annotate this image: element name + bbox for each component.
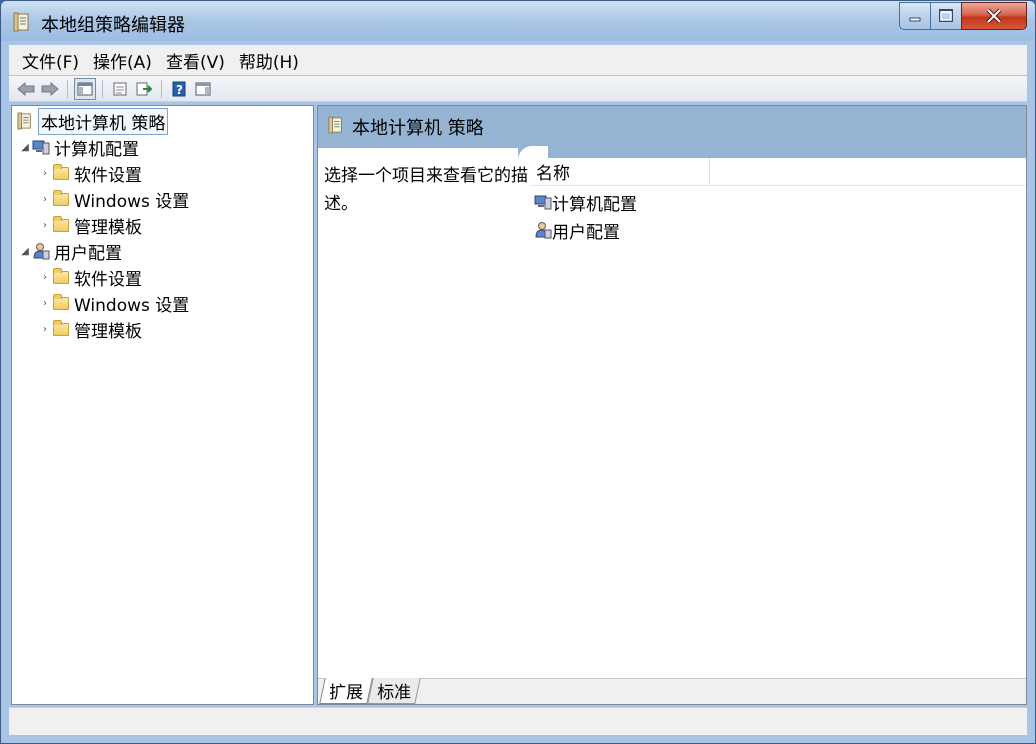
- list-item-label: 计算机配置: [552, 194, 637, 215]
- console-tree[interactable]: 本地计算机 策略 ◢ 计算机配置 › 软件设置 › Windows 设置 › 管…: [11, 105, 314, 705]
- properties-button[interactable]: [109, 78, 131, 100]
- menu-bar: 文件(F) 操作(A) 查看(V) 帮助(H): [9, 45, 1027, 75]
- expand-arrow-icon[interactable]: ›: [38, 168, 52, 179]
- show-hide-tree-button[interactable]: [74, 77, 96, 100]
- show-hide-tree-icon: [77, 82, 93, 95]
- folder-icon: [52, 267, 70, 286]
- toolbar-separator: [102, 79, 103, 98]
- help-icon: ?: [172, 81, 186, 97]
- list-item-label: 用户配置: [552, 222, 620, 243]
- properties-icon: [113, 82, 127, 95]
- item-description: 选择一个项目来查看它的描述。: [324, 166, 528, 214]
- tree-item-admin-templates[interactable]: › 管理模板: [38, 213, 142, 238]
- show-hide-action-pane-button[interactable]: [192, 78, 214, 100]
- tree-item-software-settings[interactable]: › 软件设置: [38, 161, 142, 186]
- tree-item-label: 管理模板: [74, 217, 142, 238]
- tree-root-item[interactable]: 本地计算机 策略: [16, 107, 169, 135]
- maximize-icon: [939, 9, 953, 22]
- list-item-user-config[interactable]: 用户配置: [534, 217, 620, 243]
- status-bar: [9, 707, 1027, 735]
- toolbar-separator: [67, 79, 68, 98]
- toolbar: ?: [9, 76, 1027, 102]
- tree-root-label: 本地计算机 策略: [38, 107, 169, 135]
- window-controls: [899, 2, 1027, 30]
- details-pane: 本地计算机 策略 选择一个项目来查看它的描述。 名称 计算机配置 用户配置 扩展…: [317, 105, 1027, 705]
- expand-arrow-icon[interactable]: ›: [38, 298, 52, 309]
- help-button[interactable]: ?: [168, 78, 190, 100]
- tree-item-label: 计算机配置: [54, 139, 139, 160]
- folder-icon: [52, 319, 70, 338]
- svg-text:?: ?: [176, 83, 183, 97]
- expand-arrow-icon[interactable]: ›: [38, 324, 52, 335]
- tree-item-windows-settings[interactable]: › Windows 设置: [38, 291, 190, 316]
- toolbar-separator: [161, 79, 162, 98]
- header-band-extension: [518, 148, 1026, 158]
- folder-icon: [52, 215, 70, 234]
- menu-help[interactable]: 帮助(H): [232, 48, 306, 73]
- tab-label: 标准: [377, 683, 412, 703]
- policy-document-icon: [16, 112, 34, 130]
- maximize-button[interactable]: [930, 2, 961, 30]
- back-button[interactable]: [15, 78, 37, 100]
- tree-item-label: Windows 设置: [74, 295, 190, 316]
- tree-item-user-config[interactable]: ◢ 用户配置: [18, 239, 122, 264]
- tree-item-windows-settings[interactable]: › Windows 设置: [38, 187, 190, 212]
- show-hide-action-pane-icon: [195, 82, 211, 95]
- policy-document-icon: [328, 116, 344, 139]
- collapse-arrow-icon[interactable]: ◢: [18, 142, 32, 153]
- tab-extended[interactable]: 扩展: [319, 678, 373, 704]
- tab-standard[interactable]: 标准: [367, 678, 421, 704]
- close-icon: [986, 8, 1002, 24]
- computer-config-icon: [534, 193, 552, 211]
- view-tabs: 扩展 标准: [318, 678, 1026, 704]
- tree-item-label: 软件设置: [74, 165, 142, 186]
- folder-icon: [52, 163, 70, 182]
- export-list-icon: [136, 82, 152, 95]
- tab-label: 扩展: [329, 683, 364, 703]
- expand-arrow-icon[interactable]: ›: [38, 272, 52, 283]
- folder-icon: [52, 189, 70, 208]
- user-config-icon: [32, 242, 50, 260]
- window-title: 本地组策略编辑器: [41, 15, 185, 36]
- expand-arrow-icon[interactable]: ›: [38, 220, 52, 231]
- details-header: 本地计算机 策略: [318, 106, 1026, 148]
- tree-item-computer-config[interactable]: ◢ 计算机配置: [18, 135, 139, 160]
- tree-item-label: 管理模板: [74, 321, 142, 342]
- tree-item-admin-templates[interactable]: › 管理模板: [38, 317, 142, 342]
- policy-document-icon: [13, 12, 31, 32]
- computer-config-icon: [32, 138, 50, 156]
- forward-button[interactable]: [39, 78, 61, 100]
- column-header-name[interactable]: 名称: [530, 158, 710, 185]
- tree-item-label: 用户配置: [54, 243, 122, 264]
- list-item-computer-config[interactable]: 计算机配置: [534, 189, 637, 215]
- minimize-button[interactable]: [899, 2, 930, 30]
- close-button[interactable]: [961, 2, 1027, 30]
- folder-icon: [52, 293, 70, 312]
- expand-arrow-icon[interactable]: ›: [38, 194, 52, 205]
- list-header: 名称: [530, 158, 1026, 186]
- forward-icon: [41, 81, 59, 96]
- menu-action[interactable]: 操作(A): [86, 48, 159, 73]
- menu-file[interactable]: 文件(F): [15, 48, 86, 73]
- minimize-icon: [909, 17, 921, 22]
- main-window: 本地组策略编辑器 文件(F) 操作(A) 查看(V) 帮助(H) ? 本地计算机…: [0, 0, 1036, 744]
- tree-item-software-settings[interactable]: › 软件设置: [38, 265, 142, 290]
- collapse-arrow-icon[interactable]: ◢: [18, 246, 32, 257]
- export-list-button[interactable]: [133, 78, 155, 100]
- details-header-title: 本地计算机 策略: [352, 118, 484, 139]
- tree-item-label: Windows 设置: [74, 191, 190, 212]
- title-bar[interactable]: 本地组策略编辑器: [1, 1, 1035, 41]
- user-config-icon: [534, 221, 552, 239]
- tree-item-label: 软件设置: [74, 269, 142, 290]
- back-icon: [17, 81, 35, 96]
- menu-view[interactable]: 查看(V): [159, 48, 232, 73]
